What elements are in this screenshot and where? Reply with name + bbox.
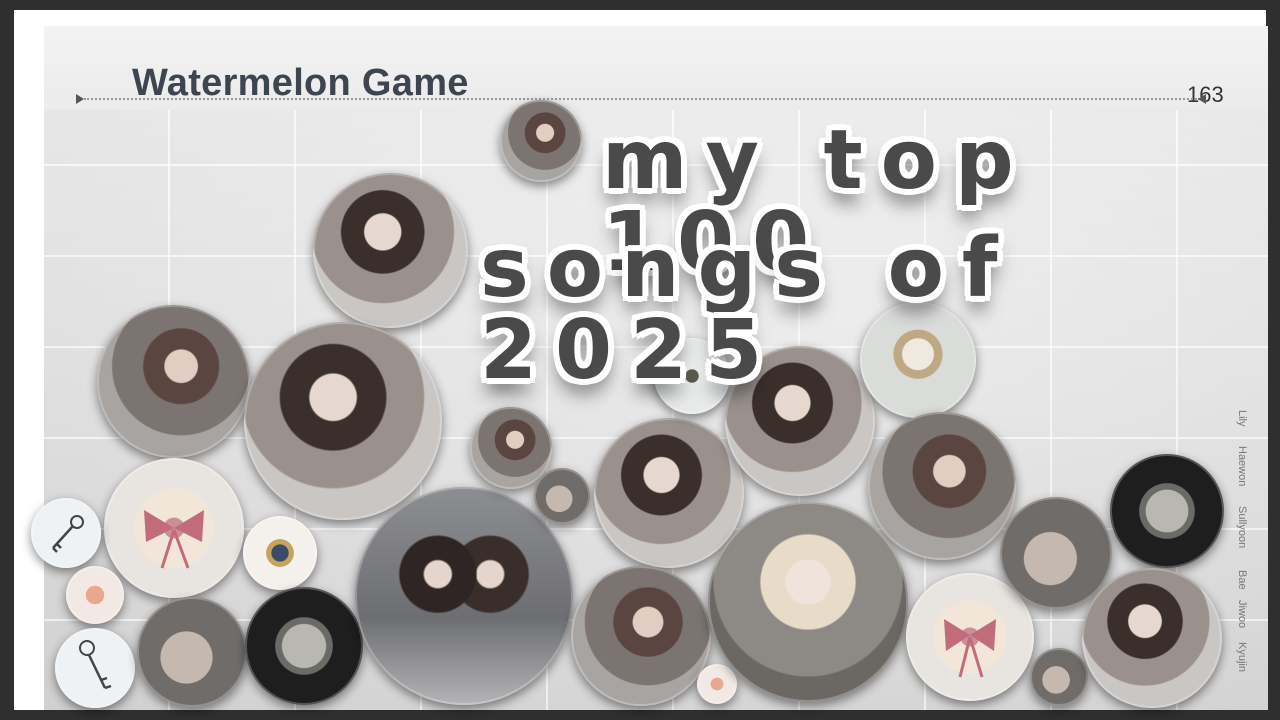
photo-ball[interactable]	[708, 502, 908, 702]
limit-right-arrow-icon	[1198, 94, 1206, 104]
photo-ball[interactable]	[868, 412, 1016, 560]
peach-ball[interactable]	[697, 664, 737, 704]
photo-ball[interactable]	[1082, 568, 1222, 708]
drop-limit-line	[84, 98, 1200, 100]
feet-ball[interactable]	[1030, 648, 1088, 706]
feet-ball[interactable]	[1000, 497, 1112, 609]
member-name: Jiwoo	[1236, 600, 1248, 629]
feet-ball[interactable]	[137, 597, 247, 707]
cylinder-ball[interactable]	[245, 587, 363, 705]
key-ball[interactable]	[55, 628, 135, 708]
limit-left-arrow-icon	[76, 94, 84, 104]
member-name: Lily	[1236, 410, 1248, 427]
photo-ball[interactable]	[571, 566, 711, 706]
photo-ball[interactable]	[500, 100, 582, 182]
peach-ball[interactable]	[66, 566, 124, 624]
member-name: Sullyoon	[1236, 506, 1248, 549]
key-icon	[52, 515, 84, 553]
member-name: Kyujin	[1236, 642, 1248, 672]
photo-ball[interactable]	[594, 418, 744, 568]
bow-icon	[144, 510, 204, 569]
photo-ball[interactable]	[97, 305, 250, 458]
cylinder-ball[interactable]	[1110, 454, 1224, 568]
member-name: Bae	[1236, 570, 1248, 590]
member-name: Haewon	[1236, 446, 1248, 487]
feet-ball[interactable]	[534, 468, 590, 524]
key-ball[interactable]	[31, 498, 101, 568]
blueberry-ball[interactable]	[243, 516, 317, 590]
photo-ball[interactable]	[244, 322, 442, 520]
duo-photo-ball[interactable]	[355, 487, 573, 705]
photo-ball[interactable]	[470, 407, 552, 489]
bow-ball[interactable]	[906, 573, 1034, 701]
headline-line-2: songs of 2025	[480, 221, 1016, 398]
bow-ball[interactable]	[104, 458, 244, 598]
member-list: Lily Haewon Sullyoon Bae Jiwoo Kyujin	[1236, 410, 1256, 710]
key-icon	[79, 640, 112, 690]
photo-ball[interactable]	[313, 173, 468, 328]
bow-icon	[944, 619, 996, 678]
